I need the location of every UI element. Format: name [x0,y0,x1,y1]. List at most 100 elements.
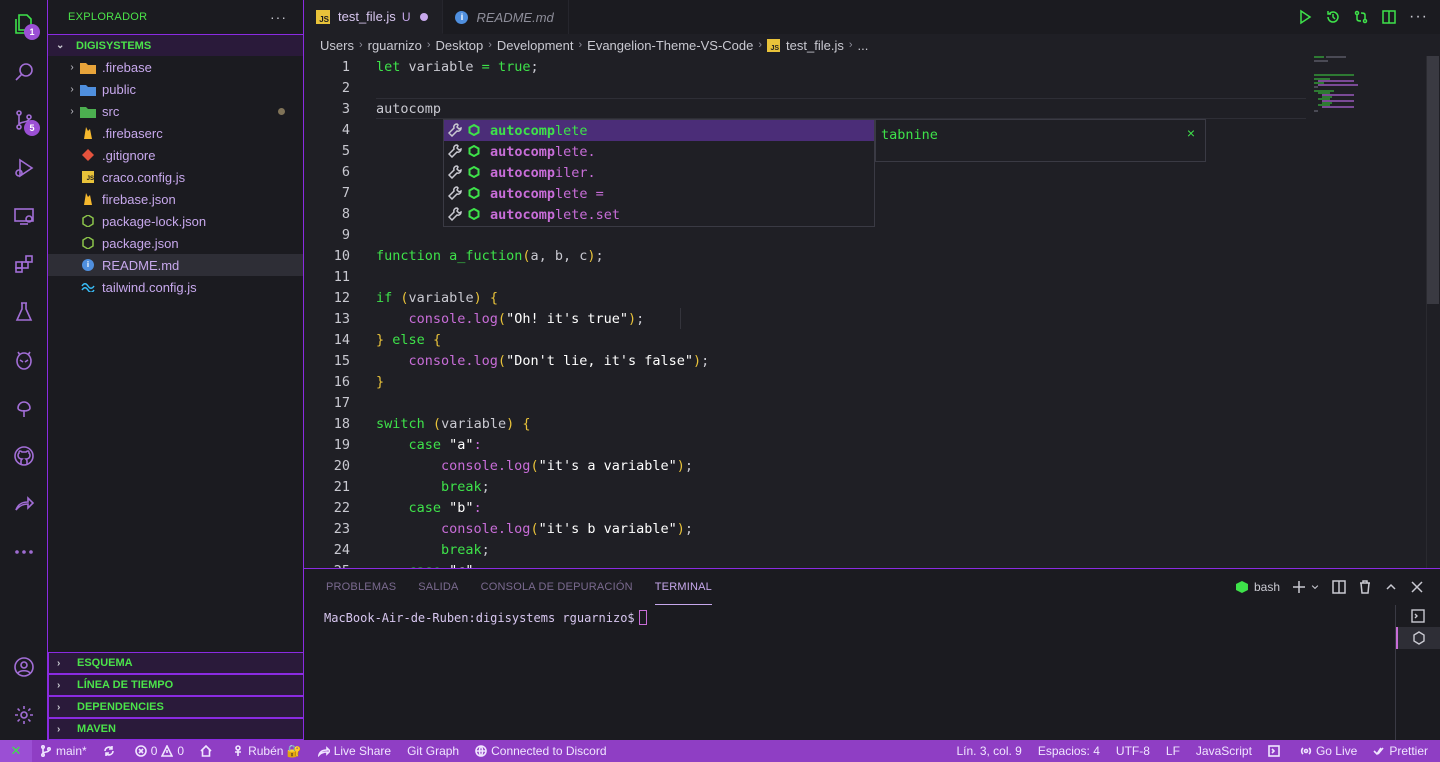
tab-readme[interactable]: i README.md [443,0,569,34]
terminal-list-item[interactable] [1396,605,1440,627]
account-button[interactable] [0,643,48,691]
breadcrumb-item[interactable]: ... [858,38,869,53]
suggestion-item[interactable]: autocomplete. [444,141,874,162]
code-line[interactable]: 23 console.log("it's b variable"); [304,518,1304,539]
code-line[interactable]: 11 [304,266,1304,287]
tree-view-button[interactable] [0,384,48,432]
code-line[interactable]: 15 console.log("Don't lie, it's false"); [304,350,1304,371]
tab-output[interactable]: SALIDA [418,569,458,605]
section-outline[interactable]: › ESQUEMA [48,652,304,674]
search-button[interactable] [0,48,48,96]
tab-terminal[interactable]: TERMINAL [654,569,712,605]
tab-debug-console[interactable]: CONSOLA DE DEPURACIÓN [481,569,633,605]
code-line[interactable]: 3 autocomp [304,98,1304,119]
history-icon[interactable] [1325,9,1341,25]
code-line[interactable]: 19 case "a": [304,434,1304,455]
code-line[interactable]: 14} else { [304,329,1304,350]
language-mode[interactable]: JavaScript [1188,740,1260,762]
code-line[interactable]: 13 console.log("Oh! it's true"); [304,308,1304,329]
git-branch[interactable]: main* [32,740,95,762]
file-tree-item[interactable]: package-lock.json [48,210,303,232]
breadcrumb-item[interactable]: Desktop [436,38,484,53]
breadcrumb-item[interactable]: rguarnizo [368,38,422,53]
code-line[interactable]: 18 switch (variable) { [304,413,1304,434]
file-tree-item[interactable]: JS craco.config.js [48,166,303,188]
user-indicator[interactable]: Rubén 🔐 [224,740,310,762]
breadcrumb-item[interactable]: Users [320,38,354,53]
explorer-more-button[interactable]: ··· [270,9,287,25]
suggestion-item[interactable]: autocomplete.set [444,204,874,225]
code-line[interactable]: 10 function a_fuction(a, b, c); [304,245,1304,266]
file-tree-item[interactable]: package.json [48,232,303,254]
code-line[interactable]: 2 [304,77,1304,98]
file-tree-item[interactable]: i README.md [48,254,303,276]
breadcrumb-item[interactable]: Evangelion-Theme-VS-Code [587,38,753,53]
sync-button[interactable] [95,740,127,762]
suggestion-item[interactable]: autocomplete = [444,183,874,204]
file-tree-item[interactable]: firebase.json [48,188,303,210]
trash-icon[interactable] [1358,580,1372,594]
code-line[interactable]: 9 [304,224,1304,245]
file-tree-item[interactable]: .firebaserc [48,122,303,144]
breadcrumb-item[interactable]: test_file.js [786,38,844,53]
live-share-status[interactable]: Live Share [310,740,399,762]
remote-indicator[interactable]: ✕ [0,740,32,762]
file-tree-item[interactable]: tailwind.config.js [48,276,303,298]
remote-explorer-button[interactable] [0,192,48,240]
code-line[interactable]: 21 break; [304,476,1304,497]
tab-test-file[interactable]: JS test_file.js U [304,0,444,34]
suggestion-item[interactable]: autocomplete [444,120,874,141]
chevron-up-icon[interactable] [1384,580,1398,594]
terminal-list-item[interactable] [1396,627,1440,649]
cursor-position[interactable]: Lín. 3, col. 9 [948,740,1029,762]
section-dependencies[interactable]: › DEPENDENCIES [48,696,304,718]
code-line[interactable]: 12 if (variable) { [304,287,1304,308]
tab-problems[interactable]: PROBLEMAS [326,569,396,605]
problems-indicator[interactable]: 0 0 [127,740,192,762]
chevron-down-icon[interactable] [1310,580,1320,594]
unsaved-dot-icon[interactable] [420,12,429,21]
file-tree-item[interactable]: › .firebase [48,56,303,78]
code-line[interactable]: 1 let variable = true; [304,56,1304,77]
compare-changes-icon[interactable] [1353,9,1369,25]
terminal-toggle[interactable] [1260,740,1292,762]
run-debug-button[interactable] [0,144,48,192]
extensions-button[interactable] [0,240,48,288]
section-timeline[interactable]: › LÍNEA DE TIEMPO [48,674,304,696]
minimap[interactable] [1314,56,1426,126]
code-line[interactable]: 24 break; [304,539,1304,560]
discord-status[interactable]: Connected to Discord [467,740,614,762]
source-control-button[interactable]: 5 [0,96,48,144]
suggestion-item[interactable]: autocompiler. [444,162,874,183]
close-icon[interactable]: × [1187,125,1195,141]
code-line[interactable]: 17 [304,392,1304,413]
live-share-button[interactable] [0,480,48,528]
explorer-button[interactable]: 1 [0,0,48,48]
code-line[interactable]: 22 case "b": [304,497,1304,518]
more-actions-icon[interactable]: ··· [1409,8,1428,26]
code-line[interactable]: 20 console.log("it's a variable"); [304,455,1304,476]
terminal-output[interactable]: MacBook-Air-de-Ruben:digisystems rguarni… [324,610,647,625]
code-line[interactable]: 16} [304,371,1304,392]
go-live-button[interactable]: Go Live [1292,740,1365,762]
more-button[interactable] [0,528,48,576]
file-tree-item[interactable]: › src [48,100,303,122]
code-line[interactable]: 25 case "c": [304,560,1304,569]
terminal-shell-selector[interactable]: bash [1235,580,1280,594]
alien-button[interactable] [0,336,48,384]
scrollbar-thumb[interactable] [1427,56,1439,304]
file-tree-item[interactable]: › public [48,78,303,100]
github-button[interactable] [0,432,48,480]
settings-button[interactable] [0,691,48,739]
indentation[interactable]: Espacios: 4 [1030,740,1108,762]
editor-scrollbar[interactable] [1426,56,1440,568]
split-editor-icon[interactable] [1381,9,1397,25]
prettier-status[interactable]: Prettier [1365,740,1436,762]
workspace-root[interactable]: ⌄ DIGISYSTEMS [48,34,303,56]
section-maven[interactable]: › MAVEN [48,718,304,740]
run-icon[interactable] [1297,9,1313,25]
split-terminal-icon[interactable] [1332,580,1346,594]
home-button[interactable] [192,740,224,762]
breadcrumb-item[interactable]: Development [497,38,574,53]
file-tree-item[interactable]: .gitignore [48,144,303,166]
